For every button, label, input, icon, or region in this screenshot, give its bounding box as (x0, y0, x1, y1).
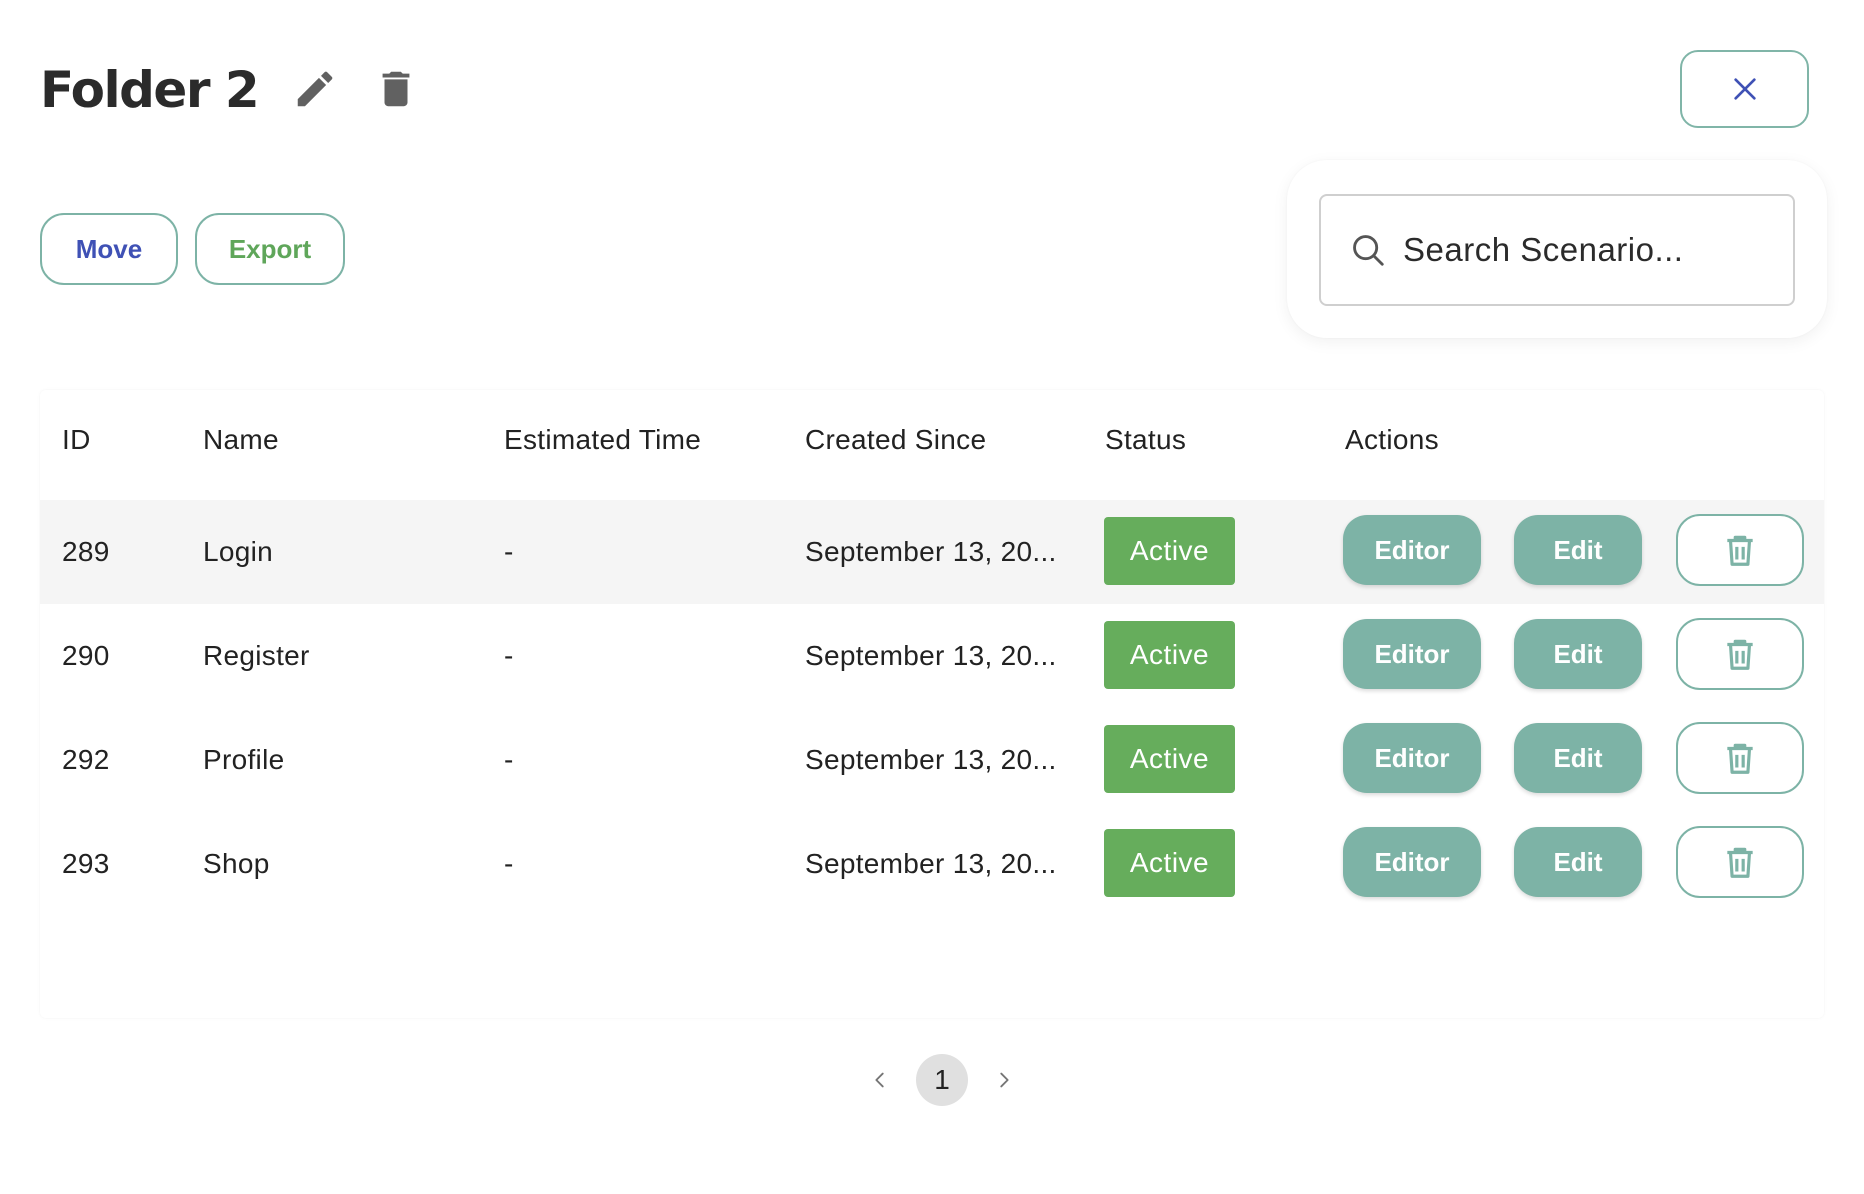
edit-button[interactable]: Edit (1514, 723, 1642, 793)
page-title: Folder 2 (40, 61, 260, 119)
trash-icon (1727, 743, 1753, 774)
close-icon (1733, 78, 1756, 100)
cell-id: 290 (62, 640, 110, 671)
search-card (1287, 160, 1827, 338)
status-badge: Active (1104, 829, 1235, 897)
column-header-created-since: Created Since (805, 424, 987, 455)
next-page-button[interactable] (984, 1054, 1024, 1106)
pencil-icon[interactable] (292, 66, 338, 112)
table-row: 292 Profile - September 13, 20... Active… (40, 708, 1824, 812)
page-number-button[interactable]: 1 (916, 1054, 968, 1106)
editor-button[interactable]: Editor (1343, 723, 1481, 793)
folder-page: Folder 2 Move Export ID Name Estimated T… (0, 0, 1864, 1194)
column-header-status: Status (1105, 424, 1187, 455)
cell-id: 293 (62, 848, 110, 879)
editor-button[interactable]: Editor (1343, 619, 1481, 689)
export-button[interactable]: Export (195, 213, 345, 285)
editor-button[interactable]: Editor (1343, 515, 1481, 585)
cell-name: Login (203, 536, 274, 567)
editor-button[interactable]: Editor (1343, 827, 1481, 897)
delete-button[interactable] (1676, 826, 1804, 898)
pagination: 1 (860, 1054, 1024, 1106)
trash-icon (1727, 639, 1753, 670)
cell-name: Profile (203, 744, 285, 775)
cell-created-since: September 13, 20... (805, 640, 1057, 671)
column-header-id: ID (62, 424, 91, 455)
chevron-right-icon (1000, 1072, 1009, 1088)
cell-created-since: September 13, 20... (805, 848, 1057, 879)
delete-button[interactable] (1676, 618, 1804, 690)
table-row: 290 Register - September 13, 20... Activ… (40, 604, 1824, 708)
cell-estimated-time: - (504, 744, 514, 775)
table-header: ID Name Estimated Time Created Since Sta… (40, 390, 1824, 500)
scenario-table: ID Name Estimated Time Created Since Sta… (40, 390, 1824, 1018)
column-header-name: Name (203, 424, 279, 455)
edit-button[interactable]: Edit (1514, 515, 1642, 585)
search-input[interactable] (1403, 231, 1783, 269)
cell-id: 292 (62, 744, 110, 775)
status-badge: Active (1104, 725, 1235, 793)
status-badge: Active (1104, 621, 1235, 689)
close-button[interactable] (1680, 50, 1809, 128)
edit-button[interactable]: Edit (1514, 827, 1642, 897)
trash-icon (1727, 535, 1753, 566)
column-header-estimated-time: Estimated Time (504, 424, 702, 455)
search-icon (1353, 235, 1384, 266)
previous-page-button[interactable] (860, 1054, 900, 1106)
trash-icon[interactable] (373, 66, 419, 112)
trash-icon (1727, 847, 1753, 878)
edit-button[interactable]: Edit (1514, 619, 1642, 689)
search-box[interactable] (1319, 194, 1795, 306)
cell-created-since: September 13, 20... (805, 536, 1057, 567)
cell-name: Shop (203, 848, 270, 879)
table-row: 289 Login - September 13, 20... Active E… (40, 500, 1824, 604)
delete-button[interactable] (1676, 722, 1804, 794)
cell-estimated-time: - (504, 848, 514, 879)
cell-created-since: September 13, 20... (805, 744, 1057, 775)
cell-name: Register (203, 640, 310, 671)
column-header-actions: Actions (1345, 424, 1439, 455)
cell-estimated-time: - (504, 536, 514, 567)
move-button[interactable]: Move (40, 213, 178, 285)
delete-button[interactable] (1676, 514, 1804, 586)
cell-estimated-time: - (504, 640, 514, 671)
status-badge: Active (1104, 517, 1235, 585)
chevron-left-icon (875, 1072, 884, 1088)
cell-id: 289 (62, 536, 110, 567)
table-row: 293 Shop - September 13, 20... Active Ed… (40, 812, 1824, 916)
